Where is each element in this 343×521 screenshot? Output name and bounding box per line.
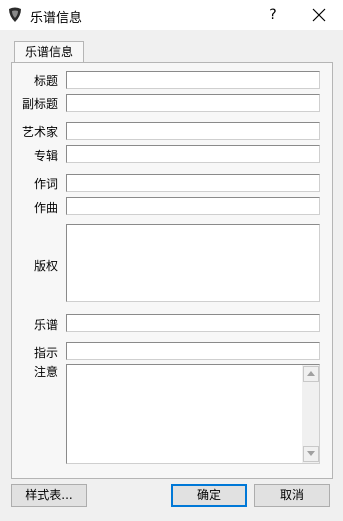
help-button[interactable]: ? [258,4,288,26]
subtitle-field[interactable] [66,94,320,112]
dialog-body: 乐谱信息 标题 副标题 艺术家 专辑 作词 作曲 版权 乐谱 指示 注意 样式表… [0,30,343,521]
notes-label: 注意 [33,365,58,379]
notes-field[interactable] [66,364,320,464]
window-title: 乐谱信息 [30,11,83,26]
lyricist-field[interactable] [66,174,320,192]
title-label: 标题 [33,74,58,88]
album-field[interactable] [66,145,320,163]
guitar-pick-icon [9,7,21,22]
subtitle-label: 副标题 [21,97,58,111]
notes-scrollbar[interactable] [302,365,319,463]
ok-button[interactable]: 确定 [171,484,247,507]
lyricist-label: 作词 [33,177,58,191]
instructions-field[interactable] [66,342,320,360]
cancel-button[interactable]: 取消 [254,484,330,507]
title-field[interactable] [66,71,320,89]
scroll-down-icon [307,451,315,456]
stylesheet-button[interactable]: 样式表... [11,484,87,507]
copyright-field[interactable] [66,224,320,302]
close-button[interactable] [303,4,335,26]
tab-score-info[interactable]: 乐谱信息 [14,41,84,63]
scroll-down-button[interactable] [303,446,319,462]
artist-label: 艺术家 [21,125,58,139]
close-icon [312,8,326,22]
scroll-up-icon [307,371,315,376]
instructions-label: 指示 [33,346,58,360]
scroll-up-button[interactable] [303,366,319,382]
composer-label: 作曲 [33,201,58,215]
tab-field[interactable] [66,314,320,332]
title-bar: 乐谱信息 ? [0,0,343,30]
album-label: 专辑 [33,149,58,163]
tab-panel: 标题 副标题 艺术家 专辑 作词 作曲 版权 乐谱 指示 注意 [11,62,333,479]
copyright-label: 版权 [33,259,58,273]
artist-field[interactable] [66,122,320,140]
tab-label: 乐谱 [33,318,58,332]
composer-field[interactable] [66,197,320,215]
